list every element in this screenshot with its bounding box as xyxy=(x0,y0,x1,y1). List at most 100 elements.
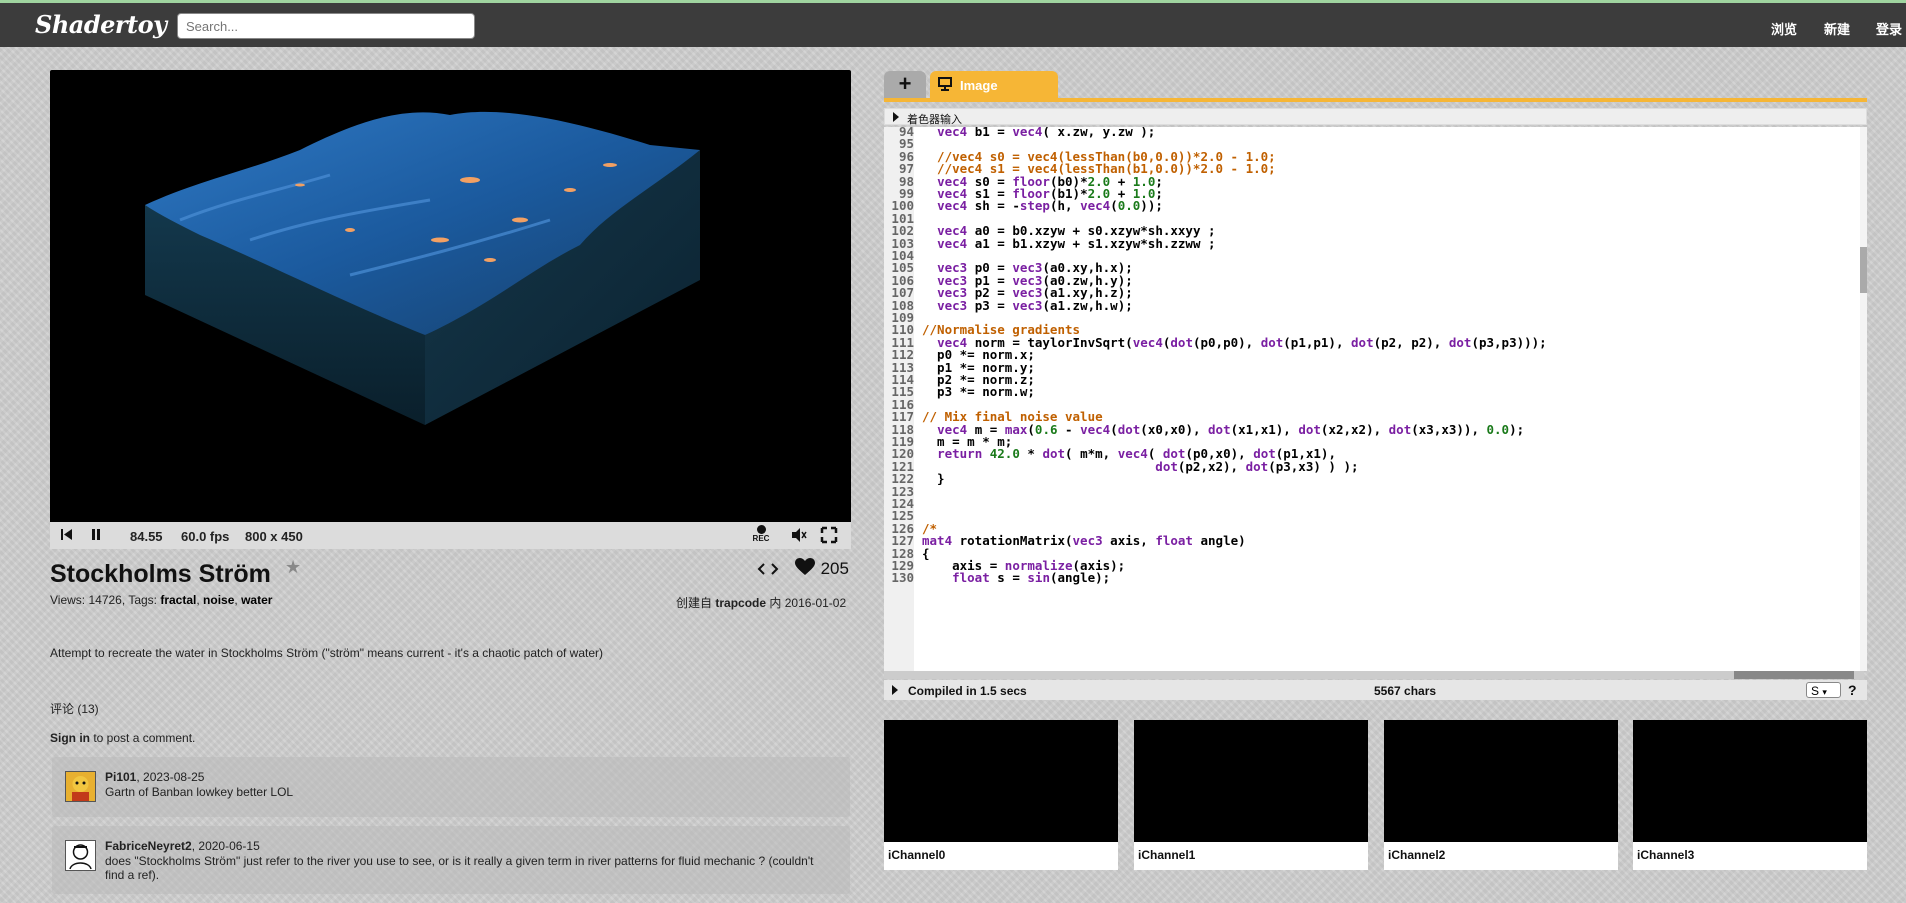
fps-display: 60.0 fps xyxy=(181,529,230,544)
horizontal-scroll-thumb[interactable] xyxy=(1734,671,1854,679)
tab-image[interactable]: Image xyxy=(930,71,1058,98)
views-label: Views: xyxy=(50,593,86,607)
shader-canvas[interactable] xyxy=(50,70,851,522)
editor-status-bar: Compiled in 1.5 secs 5567 chars S ▾ ? xyxy=(884,680,1867,700)
add-tab-button[interactable]: + xyxy=(884,71,926,98)
comment-text: Gartn of Banban lowkey better LOL xyxy=(105,785,294,799)
channel-1[interactable]: iChannel1 xyxy=(1134,720,1368,870)
player-controls: 84.55 60.0 fps 800 x 450 REC xyxy=(50,522,851,549)
author-link[interactable]: trapcode xyxy=(715,596,766,610)
likes-count: 205 xyxy=(820,559,849,578)
water-render-image xyxy=(145,111,700,425)
vertical-scroll-thumb[interactable] xyxy=(1860,247,1867,293)
code-line[interactable]: 100 vec4 sh = -step(h, vec4(0.0)); xyxy=(884,198,1163,213)
signin-prompt: Sign in to post a comment. xyxy=(50,731,195,745)
font-size-select[interactable]: S ▾ xyxy=(1806,682,1841,698)
comment-author[interactable]: FabriceNeyret2 xyxy=(105,839,192,853)
channel-label: iChannel3 xyxy=(1637,848,1695,862)
comment-author-line: Pi101, 2023-08-25 xyxy=(105,770,205,784)
avatar[interactable] xyxy=(65,840,96,871)
code-area[interactable]: 94 vec4 b1 = vec4( x.zw, y.zw ); 95 96 //v… xyxy=(884,127,1864,671)
channel-preview xyxy=(884,720,1118,842)
heart-icon xyxy=(795,558,815,575)
star-icon[interactable]: ★ xyxy=(285,557,301,578)
code-text[interactable]: vec4 a1 = b1.xzyw + s1.xzyw*sh.zzww ; xyxy=(914,236,1215,251)
rec-label: REC xyxy=(752,534,770,543)
tags-label: Tags: xyxy=(128,593,157,607)
channel-0[interactable]: iChannel0 xyxy=(884,720,1118,870)
compile-triangle-icon[interactable] xyxy=(892,685,898,695)
shader-description: Attempt to recreate the water in Stockho… xyxy=(50,646,604,660)
created-mid: 内 xyxy=(769,596,782,610)
nav-login-link[interactable]: 登录 xyxy=(1876,19,1902,38)
chevron-down-icon: ▾ xyxy=(1822,687,1827,697)
channel-preview xyxy=(1633,720,1867,842)
resolution-display: 800 x 450 xyxy=(245,529,303,544)
avatar[interactable] xyxy=(65,771,96,802)
pause-icon[interactable] xyxy=(89,526,103,545)
nav-browse-link[interactable]: 浏览 xyxy=(1771,19,1797,38)
help-button[interactable]: ? xyxy=(1848,682,1857,698)
signin-link[interactable]: Sign in xyxy=(50,731,90,745)
code-line[interactable]: 103 vec4 a1 = b1.xzyw + s1.xzyw*sh.zzww … xyxy=(884,236,1215,251)
shadertoy-logo[interactable]: Shadertoy xyxy=(35,10,167,39)
code-line[interactable]: 127 mat4 rotationMatrix(vec3 axis, float … xyxy=(884,533,1246,548)
code-text[interactable]: dot(p2,x2), dot(p3,x3) ) ); xyxy=(914,459,1358,474)
shader-title: Stockholms Ström xyxy=(50,560,271,588)
channel-label: iChannel1 xyxy=(1138,848,1196,862)
comment-author[interactable]: Pi101 xyxy=(105,770,136,784)
tag-link[interactable]: water xyxy=(241,593,272,607)
channel-3[interactable]: iChannel3 xyxy=(1633,720,1867,870)
code-share-icon[interactable] xyxy=(757,560,779,583)
comment-date: 2020-06-15 xyxy=(198,839,260,853)
comment-item: Pi101, 2023-08-25 Gartn of Banban lowkey… xyxy=(52,757,850,817)
code-text[interactable]: vec4 b1 = vec4( x.zw, y.zw ); xyxy=(914,127,1155,139)
tab-image-label: Image xyxy=(960,78,998,93)
channel-label: iChannel0 xyxy=(888,848,946,862)
font-size-value: S xyxy=(1811,684,1820,698)
channel-preview xyxy=(1384,720,1618,842)
channel-label: iChannel2 xyxy=(1388,848,1446,862)
code-editor[interactable]: 94 vec4 b1 = vec4( x.zw, y.zw ); 95 96 //v… xyxy=(884,127,1867,679)
display-icon xyxy=(938,77,952,94)
shader-meta: Views: 14726, Tags: fractal, noise, wate… xyxy=(50,593,273,607)
channel-preview xyxy=(1134,720,1368,842)
nav-new-link[interactable]: 新建 xyxy=(1824,19,1850,38)
created-prefix: 创建自 xyxy=(676,596,713,610)
search-input[interactable] xyxy=(177,13,475,39)
signin-text: to post a comment. xyxy=(90,731,196,745)
created-date: 2016-01-02 xyxy=(784,596,847,610)
tag-link[interactable]: noise xyxy=(203,593,234,607)
vertical-scrollbar[interactable] xyxy=(1860,127,1867,671)
shader-inputs-label: 着色器输入 xyxy=(907,114,962,126)
code-text[interactable]: p3 *= norm.w; xyxy=(914,384,1035,399)
comments-header: 评论 (13) xyxy=(50,702,99,716)
rec-button[interactable]: REC xyxy=(750,525,772,543)
fullscreen-icon[interactable] xyxy=(820,526,838,547)
rewind-icon[interactable] xyxy=(60,526,74,545)
top-navigation-bar: Shadertoy 浏览 新建 登录 xyxy=(0,0,1906,47)
shader-inputs-toggle[interactable]: 着色器输入 xyxy=(884,108,1867,126)
created-info: 创建自 trapcode 内 2016-01-02 xyxy=(676,594,846,611)
comment-text: does "Stockholms Ström" just refer to th… xyxy=(105,854,814,882)
char-count: 5567 chars xyxy=(1374,684,1437,698)
likes[interactable]: 205 xyxy=(795,557,849,580)
comment-date: 2023-08-25 xyxy=(143,770,205,784)
horizontal-scrollbar[interactable] xyxy=(884,671,1864,679)
tab-underline xyxy=(884,98,1867,102)
code-line[interactable]: 130 float s = sin(angle); xyxy=(884,570,1110,585)
code-text[interactable]: vec3 p3 = vec3(a1.zw,h.w); xyxy=(914,298,1133,313)
views-count: 14726 xyxy=(88,593,122,607)
code-text[interactable]: mat4 rotationMatrix(vec3 axis, float ang… xyxy=(914,533,1246,548)
tag-link[interactable]: fractal xyxy=(160,593,196,607)
triangle-icon xyxy=(893,112,899,122)
code-line[interactable]: 121 dot(p2,x2), dot(p3,x3) ) ); xyxy=(884,459,1358,474)
code-line[interactable]: 94 vec4 b1 = vec4( x.zw, y.zw ); xyxy=(884,127,1155,139)
volume-icon[interactable] xyxy=(790,526,808,547)
rec-icon xyxy=(756,525,766,534)
code-text[interactable]: float s = sin(angle); xyxy=(914,570,1110,585)
channel-2[interactable]: iChannel2 xyxy=(1384,720,1618,870)
comment-author-line: FabriceNeyret2, 2020-06-15 xyxy=(105,839,260,853)
code-text[interactable]: vec4 sh = -step(h, vec4(0.0)); xyxy=(914,198,1163,213)
time-display: 84.55 xyxy=(130,529,163,544)
